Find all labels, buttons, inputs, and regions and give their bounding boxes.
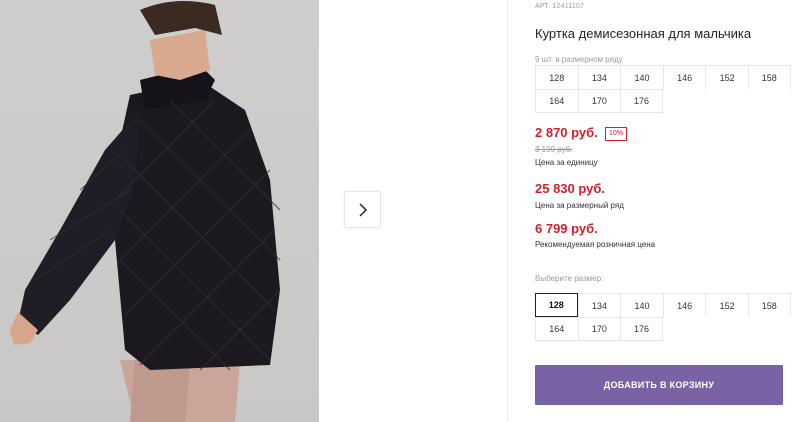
pack-size-cell: 176 <box>620 89 663 113</box>
product-photo <box>0 0 319 422</box>
pack-size-cell: 146 <box>662 65 706 89</box>
pack-price-caption: Цена за размерный ряд <box>535 201 624 210</box>
pack-size-cell: 158 <box>747 65 791 89</box>
pack-size-cell: 170 <box>577 89 621 113</box>
product-photo-illustration <box>10 1 281 422</box>
size-option-176[interactable]: 176 <box>620 317 663 341</box>
size-option-146[interactable]: 146 <box>662 293 706 317</box>
pack-price: 25 830 руб. <box>535 181 606 196</box>
chevron-right-icon <box>358 202 367 217</box>
discount-badge: 10% <box>605 127 628 141</box>
gallery-next-button[interactable] <box>344 191 381 228</box>
pack-size-cell: 140 <box>620 65 663 89</box>
add-to-cart-button[interactable]: ДОБАВИТЬ В КОРЗИНУ <box>535 365 783 405</box>
size-option-152[interactable]: 152 <box>705 293 748 317</box>
pack-size-cell: 152 <box>705 65 748 89</box>
rrp-price: 6 799 руб. <box>535 221 598 236</box>
unit-price-caption: Цена за единицу <box>535 158 598 167</box>
panel-divider <box>507 0 508 422</box>
product-title: Куртка демисезонная для мальчика <box>535 26 752 41</box>
unit-price: 2 870 руб. <box>535 125 598 140</box>
size-option-164[interactable]: 164 <box>535 317 578 341</box>
size-option-128[interactable]: 128 <box>535 293 578 317</box>
size-option-170[interactable]: 170 <box>577 317 621 341</box>
article-number: АРТ. 12411107 <box>535 3 585 10</box>
old-price: 3 190 руб. <box>535 145 573 154</box>
size-option-134[interactable]: 134 <box>577 293 621 317</box>
size-option-140[interactable]: 140 <box>620 293 663 317</box>
pack-size-cell: 134 <box>577 65 621 89</box>
size-select-grid: 128 134 140 146 152 158 164 170 176 <box>535 293 791 341</box>
rrp-price-caption: Рекомендуемая розничная цена <box>535 240 656 249</box>
pack-size-grid: 128 134 140 146 152 158 164 170 176 <box>535 65 791 113</box>
size-select-label: Выберите размер: <box>535 274 604 283</box>
pack-label: 9 шт. в размерном ряду <box>535 55 623 64</box>
pack-size-cell: 128 <box>535 65 578 89</box>
pack-size-cell: 164 <box>535 89 578 113</box>
size-option-158[interactable]: 158 <box>747 293 791 317</box>
